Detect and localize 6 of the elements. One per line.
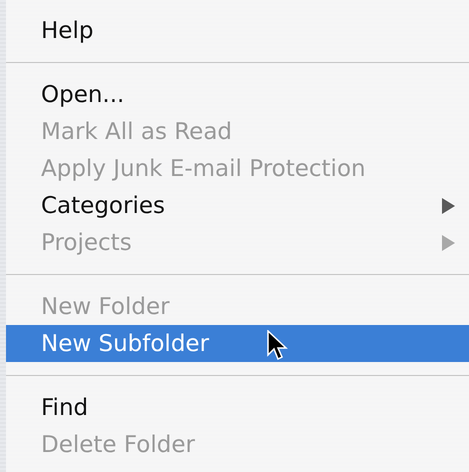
menu-item[interactable]: Help [6, 12, 469, 49]
menu-item[interactable]: Categories [6, 187, 469, 224]
menu-item[interactable]: Find [6, 389, 469, 426]
menu-item[interactable]: New Subfolder [6, 325, 469, 362]
menu-item[interactable]: Open... [6, 76, 469, 113]
mouse-pointer-icon [266, 330, 290, 362]
